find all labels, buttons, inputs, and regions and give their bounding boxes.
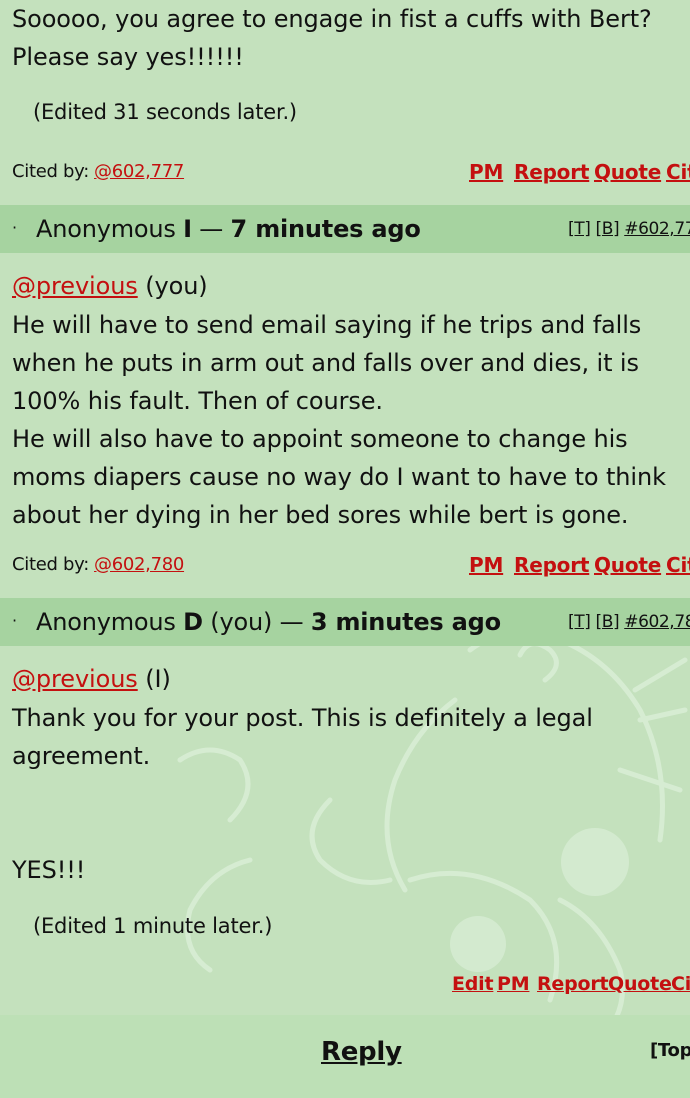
poster-id: I	[183, 215, 192, 243]
post-text-line: about her dying in her bed sores while b…	[12, 501, 629, 529]
top-link[interactable]: [Top	[650, 1040, 690, 1061]
header-tools: [T] [B] #602,77	[568, 219, 690, 239]
quote-link[interactable]: Quote	[594, 160, 661, 184]
edited-note: (Edited 1 minute later.)	[33, 914, 273, 938]
thread-page: Sooooo, you agree to engage in fist a cu…	[0, 0, 690, 1098]
pm-link[interactable]: PM	[497, 973, 530, 995]
thread-link[interactable]: [T]	[568, 612, 591, 632]
you-marker: (you)	[202, 608, 273, 636]
post-text-line: 100% his fault. Then of course.	[12, 387, 383, 415]
post-header: · Anonymous D (you) — 3 minutes ago [T] …	[0, 598, 690, 646]
mention-line: @previous (you)	[12, 272, 208, 300]
post-text-line: He will also have to appoint someone to …	[12, 425, 628, 453]
cited-by-bar: Cited by: @602,780 PM Report Quote Cit	[0, 545, 690, 585]
post-text-line: YES!!!	[12, 856, 86, 884]
quote-link[interactable]: Quote	[594, 553, 661, 577]
edit-link[interactable]: Edit	[452, 973, 494, 995]
post-number-link[interactable]: #602,78	[624, 612, 690, 632]
quote-link[interactable]: Quote	[608, 973, 672, 995]
poster-name: Anonymous I — 7 minutes ago	[36, 215, 421, 243]
post-text-line: agreement.	[12, 742, 151, 770]
post-header: · Anonymous I — 7 minutes ago [T] [B] #6…	[0, 205, 690, 253]
edited-note: (Edited 31 seconds later.)	[33, 100, 297, 124]
post-text-line: moms diapers cause no way do I want to h…	[12, 463, 666, 491]
report-link[interactable]: Report	[514, 553, 589, 577]
mention-line: @previous (I)	[12, 665, 171, 693]
reply-button[interactable]: Reply	[321, 1037, 402, 1067]
board-link[interactable]: [B]	[595, 219, 619, 239]
cite-link[interactable]: Cit	[666, 553, 690, 577]
post-actions: Edit PM Report Quote Ci	[0, 973, 690, 1003]
board-link[interactable]: [B]	[595, 612, 619, 632]
poster-id: D	[183, 608, 203, 636]
header-tools: [T] [B] #602,78	[568, 612, 690, 632]
post-time: 3 minutes ago	[310, 608, 501, 636]
post-text-line: when he puts in arm out and falls over a…	[12, 349, 639, 377]
cite-link[interactable]: Cit	[666, 160, 690, 184]
cite-link[interactable]: Ci	[671, 973, 690, 995]
report-link[interactable]: Report	[514, 160, 589, 184]
mention-link[interactable]: @previous	[12, 665, 138, 693]
header-dot: ·	[12, 218, 18, 237]
post-number-link[interactable]: #602,77	[624, 219, 690, 239]
pm-link[interactable]: PM	[469, 160, 503, 184]
post-text-line: He will have to send email saying if he …	[12, 311, 642, 339]
mention-link[interactable]: @previous	[12, 272, 138, 300]
post-actions: PM Report Quote Cit	[0, 553, 690, 583]
post-time: 7 minutes ago	[230, 215, 421, 243]
post-actions: PM Report Quote Cit	[0, 160, 690, 190]
post-text-line: Please say yes!!!!!!	[12, 43, 244, 71]
report-link[interactable]: Report	[537, 973, 609, 995]
post-text-line: Sooooo, you agree to engage in fist a cu…	[12, 5, 652, 33]
header-dot: ·	[12, 611, 18, 630]
cited-by-bar: Cited by: @602,777 PM Report Quote Cit	[0, 152, 690, 192]
post-text-line: Thank you for your post. This is definit…	[12, 704, 593, 732]
poster-name: Anonymous D (you) — 3 minutes ago	[36, 608, 501, 636]
pm-link[interactable]: PM	[469, 553, 503, 577]
thread-link[interactable]: [T]	[568, 219, 591, 239]
post-actions-bar: Edit PM Report Quote Ci	[0, 968, 690, 1008]
